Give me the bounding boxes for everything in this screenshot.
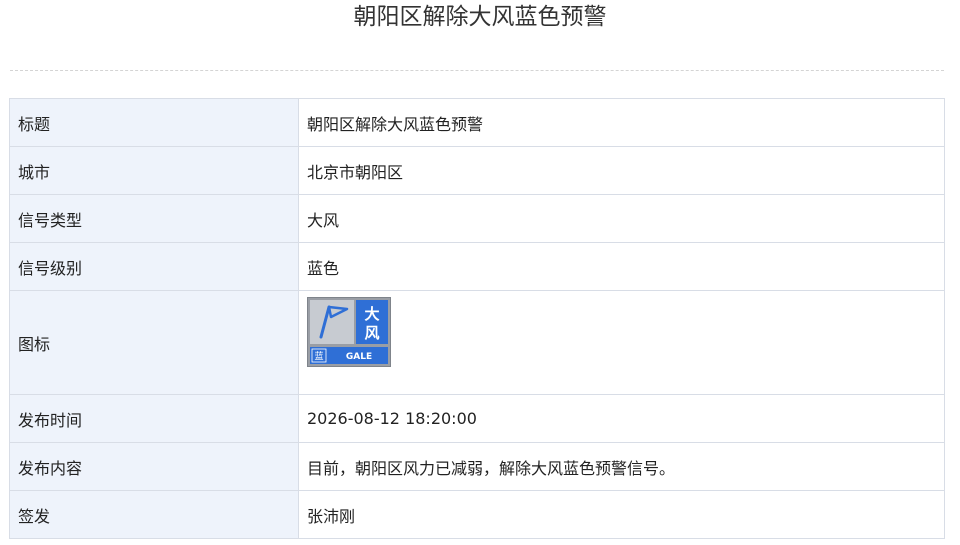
row-value-title: 朝阳区解除大风蓝色预警 <box>298 98 945 147</box>
row-value-signal-type: 大风 <box>298 194 945 243</box>
warning-info-table: 标题 朝阳区解除大风蓝色预警 城市 北京市朝阳区 信号类型 大风 信号级别 蓝色… <box>9 98 945 539</box>
icon-code-text: GALE <box>346 352 372 362</box>
table-row: 城市 北京市朝阳区 <box>9 146 945 195</box>
table-row: 图标 大 风 蓝 GALE <box>9 290 945 395</box>
icon-char-1: 大 <box>364 305 379 323</box>
gale-blue-warning-icon: 大 风 蓝 GALE <box>307 297 391 367</box>
page-title: 朝阳区解除大风蓝色预警 <box>353 4 607 30</box>
row-value-signer: 张沛刚 <box>298 490 945 539</box>
row-label-city: 城市 <box>9 146 299 195</box>
title-divider <box>10 70 944 71</box>
row-value-content: 目前，朝阳区风力已减弱，解除大风蓝色预警信号。 <box>298 442 945 491</box>
table-row: 标题 朝阳区解除大风蓝色预警 <box>9 98 945 147</box>
table-row: 信号类型 大风 <box>9 194 945 243</box>
icon-level-char: 蓝 <box>314 350 323 362</box>
row-value-signal-level: 蓝色 <box>298 242 945 291</box>
table-row: 签发 张沛刚 <box>9 490 945 539</box>
row-label-signal-level: 信号级别 <box>9 242 299 291</box>
row-value-city: 北京市朝阳区 <box>298 146 945 195</box>
row-label-content: 发布内容 <box>9 442 299 491</box>
row-label-title: 标题 <box>9 98 299 147</box>
row-label-signal-type: 信号类型 <box>9 194 299 243</box>
icon-char-2: 风 <box>364 324 379 342</box>
table-row: 发布内容 目前，朝阳区风力已减弱，解除大风蓝色预警信号。 <box>9 442 945 491</box>
table-row: 发布时间 2026-08-12 18:20:00 <box>9 394 945 443</box>
row-label-issue-time: 发布时间 <box>9 394 299 443</box>
table-row: 信号级别 蓝色 <box>9 242 945 291</box>
row-label-signer: 签发 <box>9 490 299 539</box>
row-label-icon: 图标 <box>9 290 299 395</box>
row-value-issue-time: 2026-08-12 18:20:00 <box>298 394 945 443</box>
row-value-icon: 大 风 蓝 GALE <box>298 290 945 395</box>
